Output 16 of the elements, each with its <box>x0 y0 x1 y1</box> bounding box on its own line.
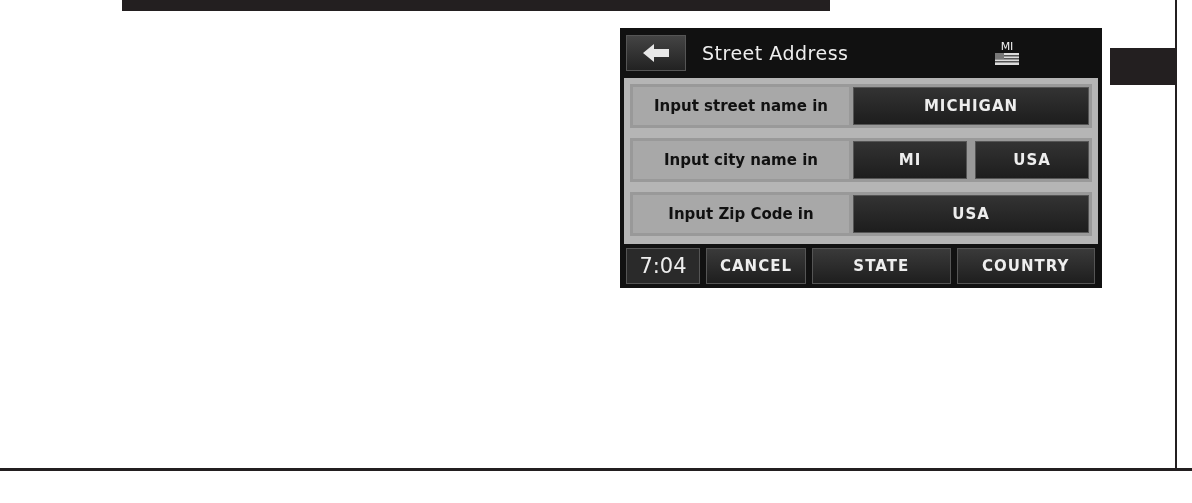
option-button[interactable]: USA <box>975 141 1089 179</box>
row-label: Input street name in <box>633 87 849 125</box>
footer-button[interactable]: CANCEL <box>706 248 806 284</box>
clock: 7:04 <box>626 248 700 284</box>
option-button[interactable]: MI <box>853 141 967 179</box>
footer-button[interactable]: COUNTRY <box>956 248 1095 284</box>
screen-title: Street Address <box>702 42 850 64</box>
footer-button[interactable]: STATE <box>812 248 951 284</box>
state-label: MI <box>1000 41 1014 53</box>
option-button[interactable]: USA <box>853 195 1089 233</box>
row-label: Input Zip Code in <box>633 195 849 233</box>
flag-icon <box>995 53 1019 65</box>
back-button[interactable] <box>626 35 686 71</box>
option-button[interactable]: MICHIGAN <box>853 87 1089 125</box>
row-label: Input city name in <box>633 141 849 179</box>
back-arrow-icon <box>641 43 671 63</box>
